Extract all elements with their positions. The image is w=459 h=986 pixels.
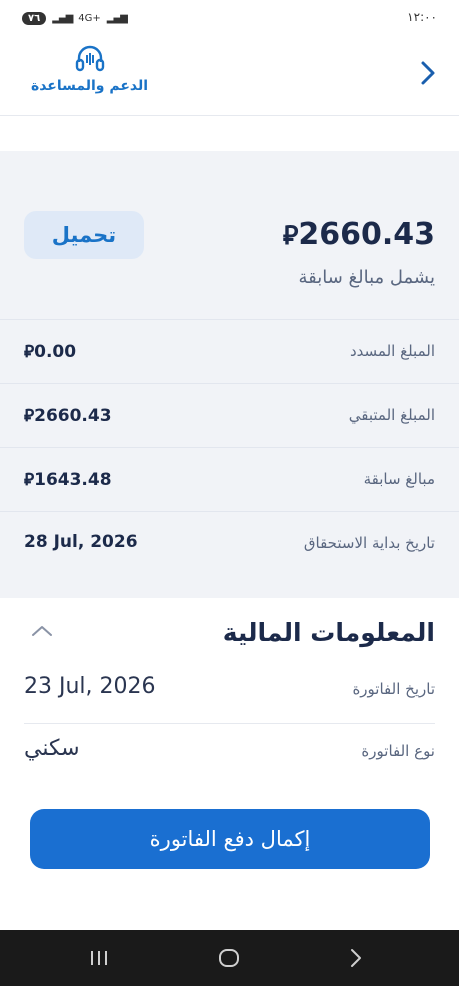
detail-label: المبلغ المسدد: [350, 342, 435, 360]
riyal-icon: ⃁: [24, 470, 35, 490]
detail-label: تاريخ بداية الاستحقاق: [303, 534, 435, 552]
detail-value: 28 Jul, 2026: [24, 532, 138, 552]
system-nav-bar: [0, 930, 459, 986]
status-time: ١٢:٠٠: [407, 10, 437, 24]
detail-row-paid: المبلغ المسدد ⃁0.00: [0, 319, 459, 383]
invoice-date-label: تاريخ الفاتورة: [352, 680, 435, 698]
riyal-icon: ⃁: [24, 342, 35, 362]
chevron-right-icon[interactable]: [419, 60, 437, 86]
detail-value: ⃁1643.48: [24, 470, 112, 490]
complete-payment-button[interactable]: إكمال دفع الفاتورة: [30, 809, 430, 869]
status-bar: ٧٦ ▂▄▆ 4G+ ▂▄▆ ١٢:٠٠: [0, 0, 459, 38]
detail-label: مبالغ سابقة: [363, 470, 435, 488]
detail-row-remaining: المبلغ المتبقي ⃁2660.43: [0, 383, 459, 447]
app-header: الدعم والمساعدة: [0, 38, 459, 116]
riyal-icon: ⃁: [24, 406, 35, 426]
detail-row-previous: مبالغ سابقة ⃁1643.48: [0, 447, 459, 511]
chevron-up-icon[interactable]: [30, 624, 54, 638]
network-type: 4G+: [78, 13, 101, 24]
invoice-date-row: تاريخ الفاتورة 23 Jul, 2026: [24, 664, 435, 724]
financial-info-card: المعلومات المالية تاريخ الفاتورة 23 Jul,…: [0, 598, 459, 930]
total-amount-row: ⃁2660.43 تحميل: [0, 211, 459, 263]
back-nav-icon[interactable]: [344, 946, 368, 970]
support-button[interactable]: الدعم والمساعدة: [22, 44, 157, 94]
support-label: الدعم والمساعدة: [30, 78, 149, 94]
invoice-type-row: نوع الفاتورة سكني: [24, 726, 435, 786]
detail-value: ⃁2660.43: [24, 406, 112, 426]
headset-icon: [75, 45, 104, 72]
detail-label: المبلغ المتبقي: [348, 406, 435, 424]
detail-row-due-date: تاريخ بداية الاستحقاق 28 Jul, 2026: [0, 511, 459, 575]
status-indicators: ٧٦ ▂▄▆ 4G+ ▂▄▆: [22, 12, 128, 25]
signal-icon: ▂▄▆: [52, 13, 73, 24]
invoice-date-value: 23 Jul, 2026: [24, 674, 156, 699]
invoice-type-label: نوع الفاتورة: [361, 742, 435, 760]
includes-previous-label: يشمل مبالغ سابقة: [298, 267, 435, 288]
battery-indicator: ٧٦: [22, 12, 47, 25]
home-icon[interactable]: [217, 946, 241, 970]
financial-info-title: المعلومات المالية: [222, 618, 435, 647]
total-amount: ⃁2660.43: [282, 217, 435, 252]
detail-value: ⃁0.00: [24, 342, 77, 362]
signal-icon-2: ▂▄▆: [106, 13, 128, 24]
invoice-type-value: سكني: [24, 736, 80, 761]
recent-apps-icon[interactable]: [87, 946, 111, 970]
riyal-icon: ⃁: [282, 221, 299, 251]
bill-summary: ⃁2660.43 تحميل يشمل مبالغ سابقة المبلغ ا…: [0, 151, 459, 598]
download-button[interactable]: تحميل: [24, 211, 144, 259]
